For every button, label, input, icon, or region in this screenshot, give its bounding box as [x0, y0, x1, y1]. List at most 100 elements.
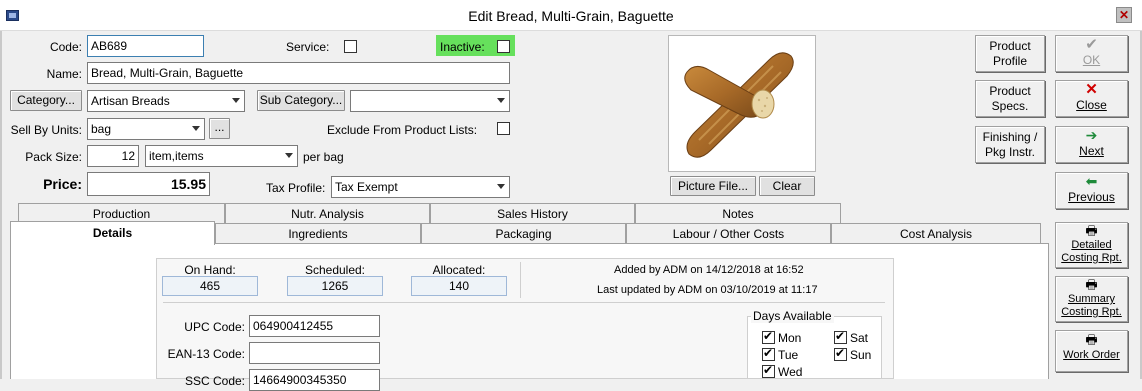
chevron-down-icon [192, 126, 200, 131]
tab-cost-analysis[interactable]: Cost Analysis [831, 223, 1041, 243]
sell-by-units-select[interactable]: bag [87, 118, 205, 140]
previous-button[interactable]: ⬅ Previous [1055, 172, 1128, 209]
chevron-down-icon [285, 153, 293, 158]
scheduled-label: Scheduled: [304, 263, 366, 277]
work-order-label: Work Order [1063, 349, 1120, 361]
picture-file-button[interactable]: Picture File... [670, 176, 756, 196]
on-hand-value: 465 [162, 276, 258, 296]
ssc-code-input[interactable]: 14664900345350 [249, 369, 380, 391]
divider [520, 262, 521, 298]
product-profile-button[interactable]: Product Profile [975, 35, 1045, 72]
window-title: Edit Bread, Multi-Grain, Baguette [468, 8, 674, 24]
sell-by-units-label: Sell By Units: [10, 123, 82, 137]
sell-by-units-value: bag [91, 122, 112, 136]
ssc-code-label: SSC Code: [184, 374, 245, 388]
day-tue-label: Tue [778, 348, 799, 362]
summary-costing-label: Summary Costing Rpt. [1061, 293, 1122, 318]
ean-13-code-label: EAN-13 Code: [167, 347, 245, 361]
tab-notes[interactable]: Notes [635, 203, 841, 223]
pack-unit-select[interactable]: item,items [145, 145, 298, 167]
baguette-image [684, 52, 794, 158]
upc-code-label: UPC Code: [184, 320, 245, 334]
name-input[interactable]: Bread, Multi-Grain, Baguette [87, 62, 510, 84]
last-updated-text: Last updated by ADM on 03/10/2019 at 11:… [597, 284, 818, 296]
code-label: Code: [49, 40, 82, 54]
red-x-icon: ✕ [1085, 81, 1098, 98]
day-tue-checkbox[interactable] [762, 346, 775, 361]
name-label: Name: [46, 67, 82, 81]
product-specs-button[interactable]: Product Specs. [975, 80, 1045, 117]
added-by-text: Added by ADM on 14/12/2018 at 16:52 [614, 264, 804, 276]
window-close-icon[interactable]: ✕ [1116, 7, 1132, 23]
tab-nutr-analysis[interactable]: Nutr. Analysis [225, 203, 430, 223]
allocated-label: Allocated: [432, 263, 486, 277]
printer-icon: 🖶 [1085, 223, 1098, 238]
tab-ingredients[interactable]: Ingredients [215, 223, 421, 243]
next-arrow-icon: ➔ [1085, 127, 1098, 143]
day-wed-label: Wed [778, 365, 803, 379]
allocated-value: 140 [411, 276, 507, 296]
pack-size-label: Pack Size: [25, 150, 82, 164]
chevron-down-icon [232, 98, 240, 103]
summary-costing-button[interactable]: 🖶 Summary Costing Rpt. [1055, 276, 1128, 322]
next-button-label: Next [1079, 144, 1104, 158]
inactive-label: Inactive: [440, 40, 485, 54]
chevron-down-icon [497, 184, 505, 189]
day-sun-checkbox[interactable] [834, 346, 847, 361]
ok-button-label: OK [1082, 53, 1101, 67]
day-sat-label: Sat [850, 331, 869, 345]
clear-picture-button[interactable]: Clear [759, 176, 815, 196]
exclude-label: Exclude From Product Lists: [327, 123, 478, 137]
tax-profile-value: Tax Exempt [335, 180, 398, 194]
day-sat-checkbox[interactable] [834, 329, 847, 344]
sub-category-button[interactable]: Sub Category... [257, 90, 345, 111]
close-button-label: Close [1076, 98, 1107, 112]
per-unit-text: per bag [303, 150, 344, 164]
inactive-checkbox[interactable] [497, 40, 510, 53]
printer-icon: 🖶 [1085, 277, 1098, 292]
category-button[interactable]: Category... [10, 90, 82, 111]
tab-production[interactable]: Production [18, 203, 225, 223]
service-checkbox[interactable] [344, 40, 357, 53]
close-button[interactable]: ✕ Close [1055, 80, 1128, 117]
tax-profile-label: Tax Profile: [266, 181, 326, 195]
detailed-costing-label: Detailed Costing Rpt. [1061, 239, 1122, 264]
work-order-button[interactable]: 🖶 Work Order [1055, 330, 1128, 372]
chevron-down-icon [497, 98, 505, 103]
tax-profile-select[interactable]: Tax Exempt [331, 176, 510, 198]
product-picture [668, 35, 816, 172]
day-wed-checkbox[interactable] [762, 363, 775, 378]
finishing-pkg-button[interactable]: Finishing / Pkg Instr. [975, 126, 1045, 163]
service-label: Service: [286, 40, 330, 54]
pack-size-input[interactable]: 12 [87, 145, 139, 167]
next-button[interactable]: ➔ Next [1055, 126, 1128, 163]
category-select[interactable]: Artisan Breads [87, 90, 245, 112]
day-mon-label: Mon [778, 331, 802, 345]
pack-unit-value: item,items [149, 149, 204, 163]
on-hand-label: On Hand: [184, 263, 236, 277]
price-input[interactable]: 15.95 [87, 172, 210, 196]
day-sun-label: Sun [850, 348, 872, 362]
tab-details[interactable]: Details [10, 221, 215, 245]
category-select-value: Artisan Breads [91, 94, 170, 108]
previous-arrow-icon: ⬅ [1085, 173, 1098, 189]
day-mon-checkbox[interactable] [762, 329, 775, 344]
code-input[interactable]: AB689 [87, 35, 204, 57]
tab-sales-history[interactable]: Sales History [430, 203, 635, 223]
upc-code-input[interactable]: 064900412455 [249, 315, 380, 337]
ean-13-code-input[interactable] [249, 342, 380, 364]
previous-button-label: Previous [1068, 190, 1115, 204]
ok-button[interactable]: ✔ OK [1055, 35, 1128, 72]
tab-labour-other-costs[interactable]: Labour / Other Costs [626, 223, 831, 243]
exclude-checkbox[interactable] [497, 122, 510, 135]
days-available-title: Days Available [751, 309, 834, 323]
scheduled-value: 1265 [287, 276, 383, 296]
printer-icon: 🖶 [1085, 332, 1098, 347]
sub-category-select[interactable] [350, 90, 510, 112]
detailed-costing-button[interactable]: 🖶 Detailed Costing Rpt. [1055, 222, 1128, 268]
divider [163, 302, 885, 303]
sell-by-units-browse-button[interactable]: ... [209, 118, 230, 139]
price-label: Price: [43, 176, 82, 192]
checkmark-icon: ✔ [1085, 36, 1098, 53]
tab-packaging[interactable]: Packaging [421, 223, 626, 243]
